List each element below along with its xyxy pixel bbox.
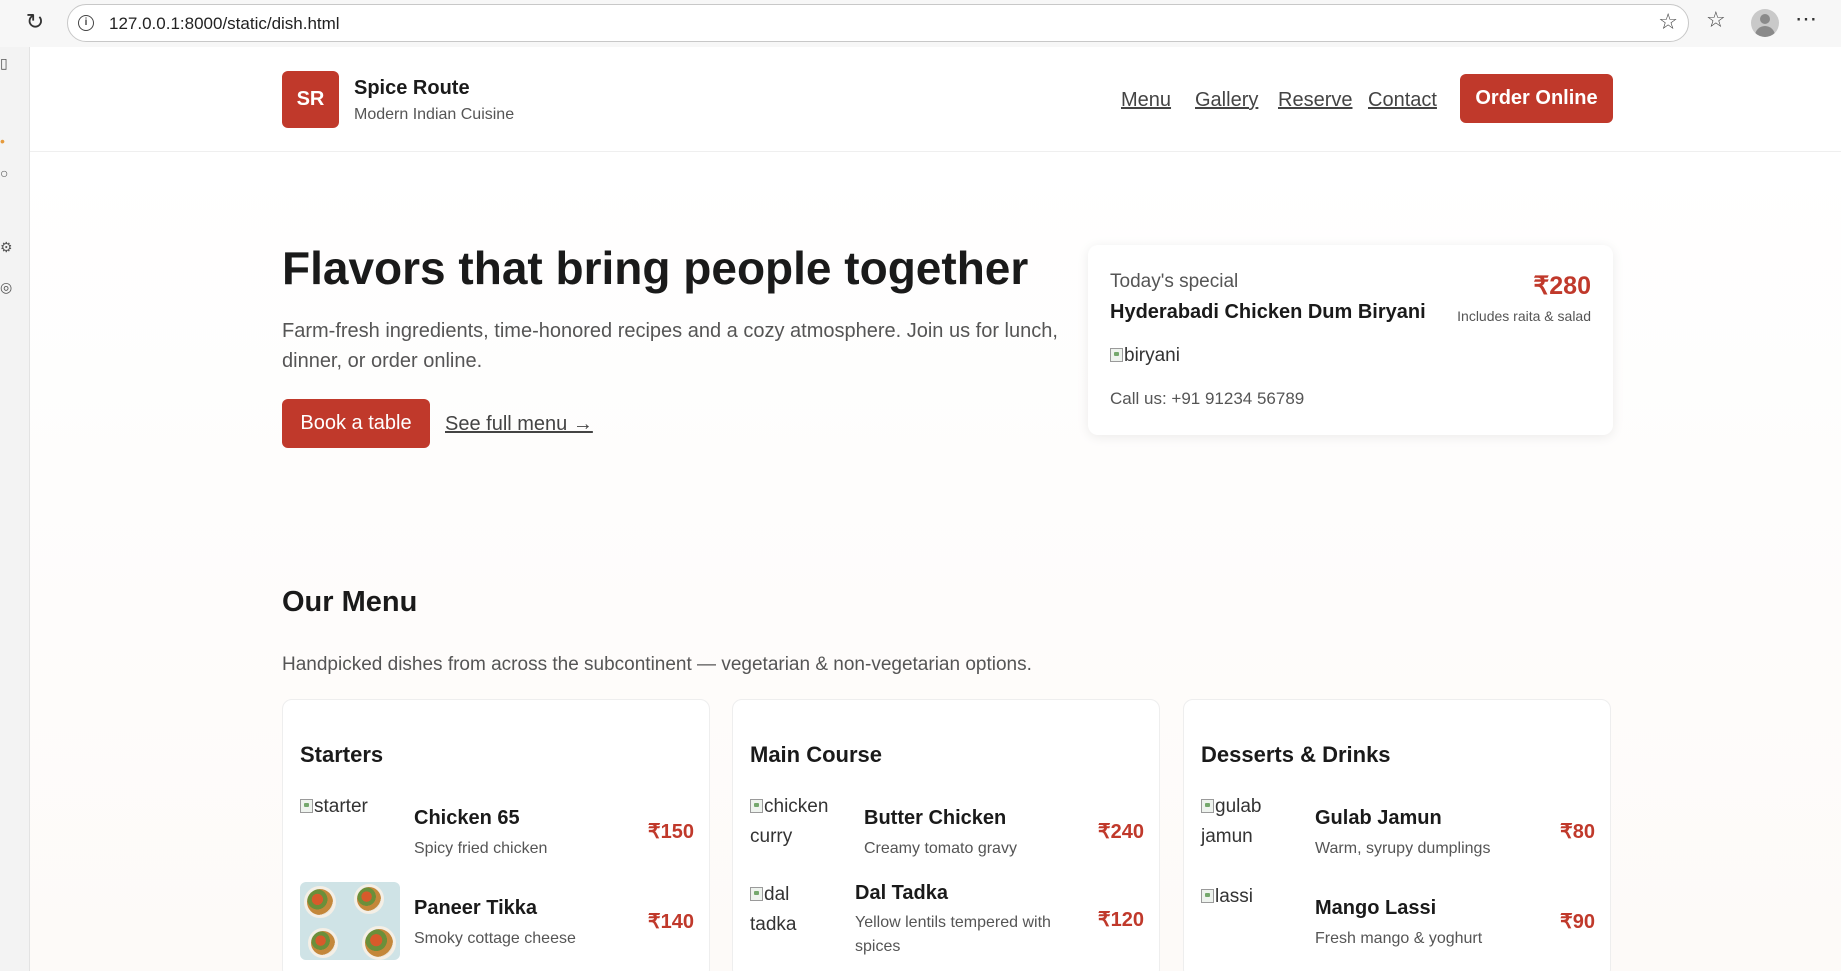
menu-section-title: Our Menu	[282, 586, 418, 618]
more-options-icon[interactable]: ⋯	[1795, 6, 1818, 32]
item-image-alt: starter	[314, 796, 368, 817]
side-panel-strip: ▯ • ○ ⚙ ◎	[0, 47, 30, 971]
todays-special-card: Today's special Hyderabadi Chicken Dum B…	[1088, 245, 1613, 435]
address-bar[interactable]: i 127.0.0.1:8000/static/dish.html ☆	[67, 4, 1689, 42]
special-image: biryani	[1110, 345, 1180, 367]
menu-category-starters: Starters starter Chicken 65 Spicy fried …	[282, 699, 710, 971]
nav-gallery-link[interactable]: Gallery	[1195, 89, 1258, 112]
broken-image-icon	[1201, 799, 1214, 813]
special-note: Includes raita & salad	[1457, 308, 1591, 324]
broken-image-icon	[750, 799, 763, 813]
menu-item[interactable]: gulab jamun Gulab Jamun Warm, syrupy dum…	[1201, 792, 1595, 872]
menu-category-main-course: Main Course chicken curry Butter Chicken…	[732, 699, 1160, 971]
nav-reserve-link[interactable]: Reserve	[1278, 89, 1352, 112]
broken-image-icon	[1110, 348, 1123, 362]
broken-image-icon	[1201, 889, 1214, 903]
nav-contact-link[interactable]: Contact	[1368, 89, 1437, 112]
item-name: Paneer Tikka	[414, 897, 538, 919]
menu-item[interactable]: starter Chicken 65 Spicy fried chicken ₹…	[300, 792, 694, 872]
menu-item[interactable]: dal tadka Dal Tadka Yellow lentils tempe…	[750, 880, 1144, 960]
item-price: ₹80	[1560, 821, 1595, 843]
item-name: Chicken 65	[414, 807, 520, 829]
item-price: ₹120	[1097, 909, 1144, 931]
category-title: Starters	[300, 742, 384, 767]
photo-food	[357, 887, 381, 911]
item-description: Creamy tomato gravy	[864, 840, 1017, 857]
sidebar-tool-icon[interactable]: •	[0, 133, 5, 149]
special-price: ₹280	[1533, 272, 1591, 300]
item-name: Dal Tadka	[855, 882, 948, 904]
menu-item[interactable]: lassi Mango Lassi Fresh mango & yoghurt …	[1201, 882, 1595, 962]
profile-avatar[interactable]	[1751, 9, 1779, 37]
broken-image-icon	[750, 887, 763, 901]
bookmark-star-icon[interactable]: ☆	[1658, 10, 1678, 35]
item-image: dal tadka	[750, 880, 832, 940]
sidebar-tool-icon[interactable]: ⚙	[0, 239, 13, 256]
item-name: Gulab Jamun	[1315, 807, 1442, 829]
item-price: ₹150	[647, 821, 694, 843]
nav-menu-link[interactable]: Menu	[1121, 89, 1171, 112]
url-text[interactable]: 127.0.0.1:8000/static/dish.html	[109, 14, 340, 34]
reload-icon[interactable]: ↻	[22, 10, 48, 36]
see-full-menu-link[interactable]: See full menu →	[445, 413, 593, 436]
favorites-icon[interactable]: ☆	[1706, 8, 1726, 33]
menu-category-desserts-drinks: Desserts & Drinks gulab jamun Gulab Jamu…	[1183, 699, 1611, 971]
order-online-button[interactable]: Order Online	[1460, 74, 1613, 123]
item-name: Mango Lassi	[1315, 897, 1437, 919]
special-label: Today's special	[1110, 271, 1239, 292]
item-price: ₹90	[1560, 911, 1595, 933]
site-info-icon[interactable]: i	[78, 15, 94, 31]
item-image-alt: lassi	[1215, 886, 1254, 907]
item-description: Warm, syrupy dumplings	[1315, 840, 1491, 857]
item-price: ₹140	[647, 911, 694, 933]
item-description: Yellow lentils tempered with spices	[855, 914, 1051, 955]
item-image: chicken curry	[750, 792, 848, 852]
hero-title: Flavors that bring people together	[282, 242, 1029, 294]
photo-food	[307, 889, 333, 915]
category-title: Desserts & Drinks	[1201, 742, 1391, 767]
site-header: SR Spice Route Modern Indian Cuisine Men…	[30, 47, 1841, 152]
category-title: Main Course	[750, 742, 883, 767]
sidebar-tool-icon[interactable]: ◎	[0, 279, 12, 296]
item-description: Smoky cottage cheese	[414, 930, 576, 947]
menu-item[interactable]: Paneer Tikka Smoky cottage cheese ₹140	[300, 882, 694, 962]
sidebar-tool-icon[interactable]: ○	[0, 165, 8, 181]
special-call-text: Call us: +91 91234 56789	[1110, 389, 1305, 408]
item-name: Butter Chicken	[864, 807, 1007, 829]
menu-section-subtitle: Handpicked dishes from across the subcon…	[282, 654, 1032, 675]
item-price: ₹240	[1097, 821, 1144, 843]
item-description: Spicy fried chicken	[414, 840, 548, 857]
special-dish-name: Hyderabadi Chicken Dum Biryani	[1110, 301, 1426, 323]
page-viewport: SR Spice Route Modern Indian Cuisine Men…	[30, 47, 1841, 971]
item-image: gulab jamun	[1201, 792, 1289, 852]
item-image: starter	[300, 792, 398, 822]
item-description: Fresh mango & yoghurt	[1315, 930, 1483, 947]
brand-tagline: Modern Indian Cuisine	[354, 106, 515, 123]
browser-toolbar: ↻ i 127.0.0.1:8000/static/dish.html ☆ ☆ …	[0, 0, 1841, 47]
menu-item[interactable]: chicken curry Butter Chicken Creamy toma…	[750, 792, 1144, 872]
paneer-tikka-photo	[300, 882, 400, 960]
hero-subtitle: Farm-fresh ingredients, time-honored rec…	[282, 320, 1058, 372]
brand-name: Spice Route	[354, 77, 470, 99]
photo-food	[365, 929, 393, 957]
photo-food	[311, 931, 335, 955]
book-table-button[interactable]: Book a table	[282, 399, 430, 448]
brand-logo[interactable]: SR	[282, 71, 339, 128]
special-image-alt: biryani	[1124, 345, 1180, 366]
broken-image-icon	[300, 799, 313, 813]
item-image: lassi	[1201, 882, 1299, 912]
sidebar-tool-icon[interactable]: ▯	[0, 55, 8, 72]
